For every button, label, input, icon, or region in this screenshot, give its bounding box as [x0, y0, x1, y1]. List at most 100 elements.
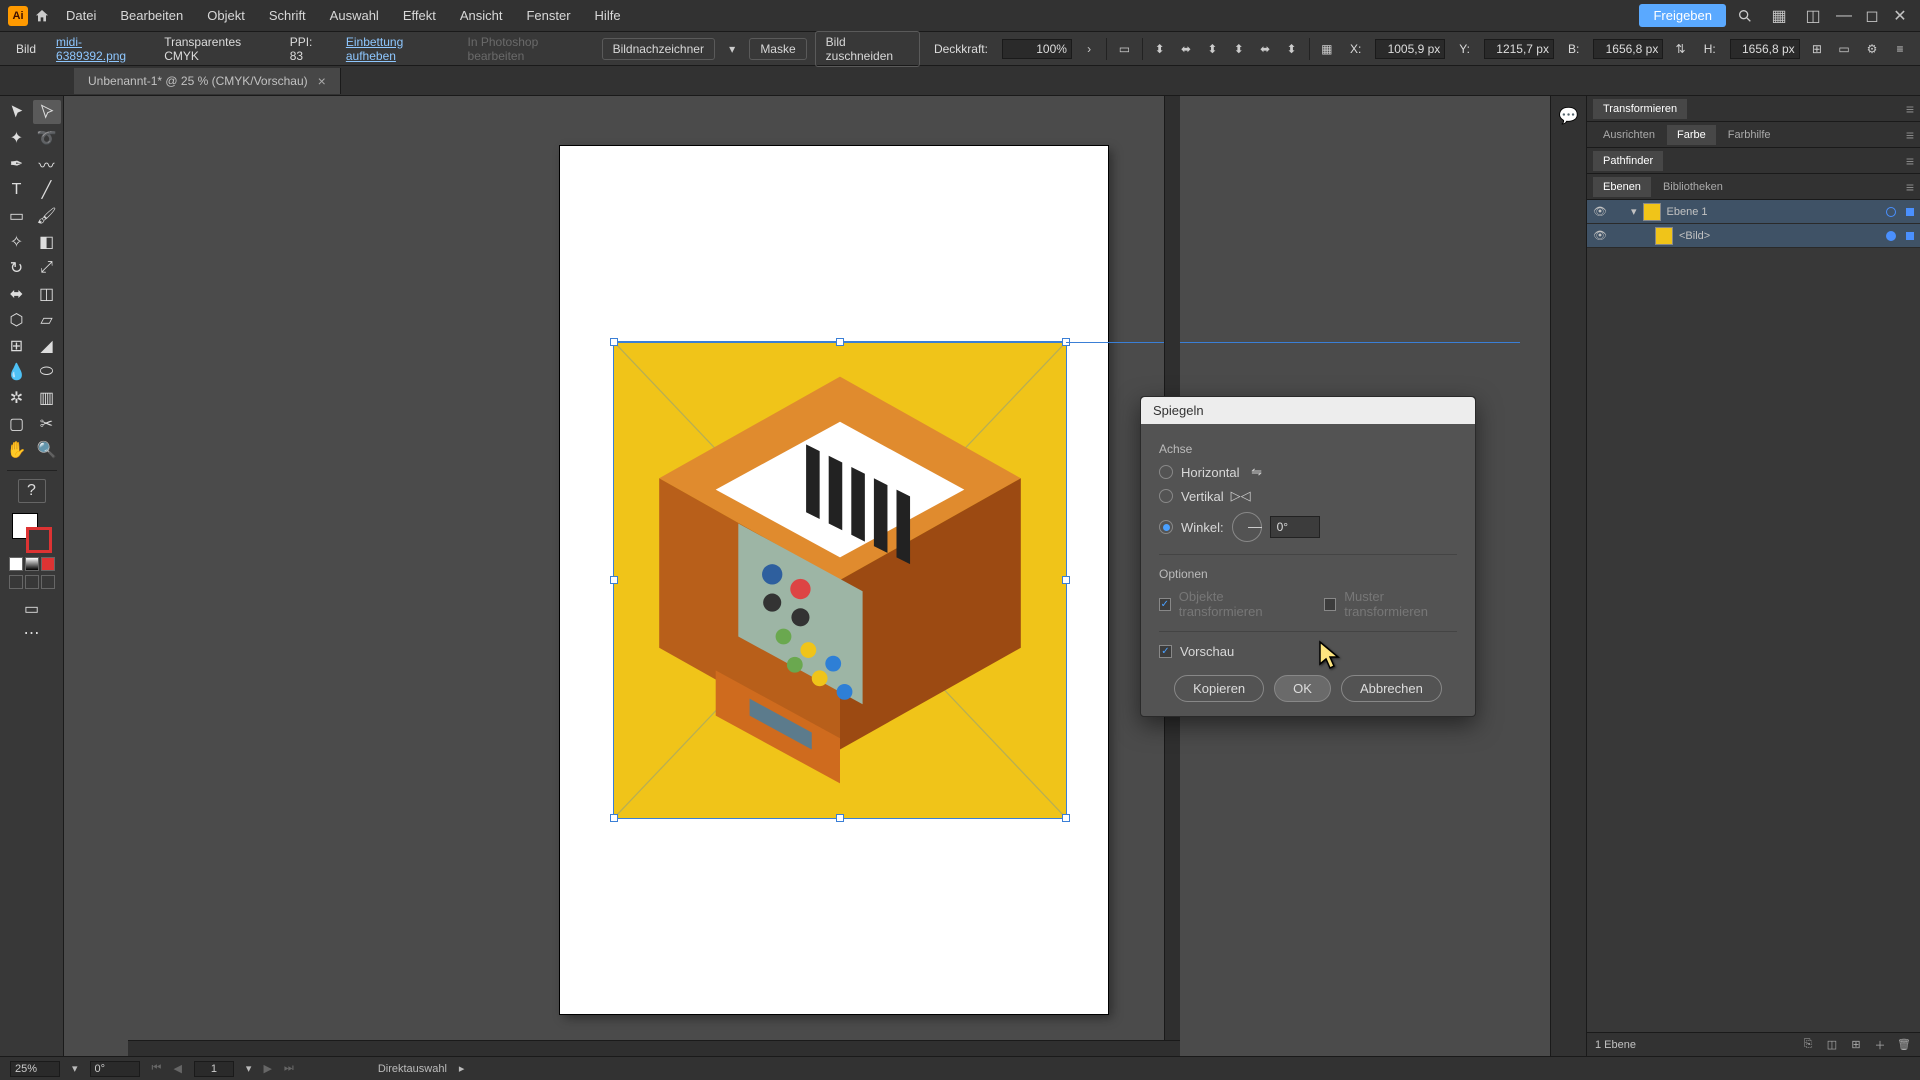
- panel-flyout-icon[interactable]: ≡: [1906, 101, 1914, 117]
- expand-icon[interactable]: ▾: [1631, 205, 1637, 218]
- layer-row[interactable]: 👁 ▾ Ebene 1: [1587, 200, 1920, 224]
- blend-tool[interactable]: ⬭: [33, 360, 61, 384]
- constrain-icon[interactable]: ⊞: [1808, 39, 1826, 59]
- share-button[interactable]: Freigeben: [1639, 4, 1726, 27]
- direct-selection-tool[interactable]: [33, 100, 61, 124]
- filename-link[interactable]: midi-6389392.png: [50, 35, 150, 63]
- crop-button[interactable]: Bild zuschneiden: [815, 31, 920, 67]
- visibility-icon[interactable]: 👁: [1593, 229, 1607, 243]
- maximize-icon[interactable]: ◻: [1864, 8, 1880, 24]
- nav-prev-icon[interactable]: ◀: [173, 1062, 181, 1075]
- tab-ebenen[interactable]: Ebenen: [1593, 177, 1651, 197]
- radio-angle[interactable]: [1159, 520, 1173, 534]
- opacity-input[interactable]: [1002, 39, 1072, 59]
- none-mode-icon[interactable]: [41, 557, 55, 571]
- opacity-chevron-icon[interactable]: ›: [1080, 39, 1098, 59]
- width-tool[interactable]: ⬌: [3, 282, 31, 306]
- type-tool[interactable]: T: [3, 178, 31, 202]
- radio-vertical[interactable]: [1159, 489, 1173, 503]
- status-chevron-icon[interactable]: ▸: [459, 1062, 465, 1075]
- mesh-tool[interactable]: ⊞: [3, 334, 31, 358]
- placed-image[interactable]: [613, 341, 1067, 819]
- align-bot-icon[interactable]: ⬍: [1282, 39, 1300, 59]
- edit-toolbar-icon[interactable]: ⋯: [18, 621, 46, 645]
- tab-farbe[interactable]: Farbe: [1667, 125, 1716, 145]
- layer-name[interactable]: <Bild>: [1679, 230, 1710, 242]
- free-transform-tool[interactable]: ◫: [33, 282, 61, 306]
- panel-flyout-icon[interactable]: ≡: [1906, 153, 1914, 169]
- layer-name[interactable]: Ebene 1: [1667, 206, 1708, 218]
- close-icon[interactable]: ✕: [1892, 8, 1908, 24]
- draw-behind-icon[interactable]: [25, 575, 39, 589]
- panel-flyout-icon[interactable]: ≡: [1906, 127, 1914, 143]
- shape-builder-tool[interactable]: ⬡: [3, 308, 31, 332]
- search-icon[interactable]: [1734, 5, 1756, 27]
- slice-tool[interactable]: ✂: [33, 412, 61, 436]
- angle-input[interactable]: [1270, 516, 1320, 538]
- selection-tool[interactable]: [3, 100, 31, 124]
- document-tab[interactable]: Unbenannt-1* @ 25 % (CMYK/Vorschau) ×: [74, 68, 341, 94]
- curvature-tool[interactable]: 〰: [33, 152, 61, 176]
- hand-tool[interactable]: ✋: [3, 438, 31, 462]
- rotate-tool[interactable]: ↻: [3, 256, 31, 280]
- scale-tool[interactable]: ⤢: [33, 256, 61, 280]
- shaper-tool[interactable]: ✧: [3, 230, 31, 254]
- menu-fenster[interactable]: Fenster: [516, 4, 580, 27]
- symbol-sprayer-tool[interactable]: ✲: [3, 386, 31, 410]
- home-icon[interactable]: [32, 6, 52, 26]
- tab-bibliotheken[interactable]: Bibliotheken: [1653, 177, 1733, 197]
- artboard-chevron-icon[interactable]: ▾: [246, 1062, 252, 1075]
- zoom-tool[interactable]: 🔍: [33, 438, 61, 462]
- draw-normal-icon[interactable]: [9, 575, 23, 589]
- artboard-input[interactable]: [194, 1061, 234, 1077]
- tab-ausrichten[interactable]: Ausrichten: [1593, 125, 1665, 145]
- screen-mode-icon[interactable]: ▭: [18, 597, 46, 621]
- rotation-input[interactable]: [90, 1061, 140, 1077]
- line-tool[interactable]: ╱: [33, 178, 61, 202]
- unembed-link[interactable]: Einbettung aufheben: [340, 35, 454, 63]
- nav-next-icon[interactable]: ▶: [263, 1062, 271, 1075]
- visibility-icon[interactable]: 👁: [1593, 205, 1607, 219]
- perspective-tool[interactable]: ▱: [33, 308, 61, 332]
- ok-button[interactable]: OK: [1274, 675, 1331, 702]
- nav-last-icon[interactable]: ⏭: [284, 1062, 294, 1075]
- chevron-down-icon[interactable]: ▾: [723, 39, 741, 59]
- new-sublayer-icon[interactable]: ⊞: [1848, 1037, 1864, 1053]
- horizontal-scrollbar[interactable]: [128, 1040, 1180, 1056]
- locate-icon[interactable]: ⎘: [1800, 1037, 1816, 1053]
- lasso-tool[interactable]: ➰: [33, 126, 61, 150]
- gpu-icon[interactable]: ▭: [1834, 39, 1854, 59]
- h-input[interactable]: [1730, 39, 1800, 59]
- artboard-tool[interactable]: ▢: [3, 412, 31, 436]
- ref-point-icon[interactable]: ▦: [1318, 39, 1336, 59]
- nav-first-icon[interactable]: ⏮: [152, 1062, 162, 1075]
- check-preview[interactable]: [1159, 645, 1172, 658]
- graph-tool[interactable]: ▥: [33, 386, 61, 410]
- delete-layer-icon[interactable]: 🗑: [1896, 1037, 1912, 1053]
- align-right-icon[interactable]: ⬍: [1203, 39, 1221, 59]
- paintbrush-tool[interactable]: 🖌: [33, 204, 61, 228]
- menu-ansicht[interactable]: Ansicht: [450, 4, 513, 27]
- align-top-icon[interactable]: ⬍: [1230, 39, 1248, 59]
- menu-objekt[interactable]: Objekt: [197, 4, 255, 27]
- prefs-icon[interactable]: ⚙: [1862, 39, 1882, 59]
- gradient-tool[interactable]: ◢: [33, 334, 61, 358]
- help-tool[interactable]: ?: [18, 479, 46, 503]
- mask-button[interactable]: Maske: [749, 38, 806, 60]
- color-swatches[interactable]: [12, 513, 52, 553]
- minimize-icon[interactable]: —: [1836, 8, 1852, 24]
- clip-mask-icon[interactable]: ◫: [1824, 1037, 1840, 1053]
- panel-menu-icon[interactable]: ≡: [1890, 39, 1910, 59]
- zoom-chevron-icon[interactable]: ▾: [72, 1062, 78, 1075]
- eyedropper-tool[interactable]: 💧: [3, 360, 31, 384]
- menu-bearbeiten[interactable]: Bearbeiten: [110, 4, 193, 27]
- tab-pathfinder[interactable]: Pathfinder: [1593, 151, 1663, 171]
- menu-schrift[interactable]: Schrift: [259, 4, 316, 27]
- target-icon[interactable]: [1886, 207, 1896, 217]
- radio-horizontal[interactable]: [1159, 465, 1173, 479]
- menu-hilfe[interactable]: Hilfe: [585, 4, 631, 27]
- w-input[interactable]: [1593, 39, 1663, 59]
- workspace-icon[interactable]: ◫: [1802, 5, 1824, 27]
- menu-auswahl[interactable]: Auswahl: [320, 4, 389, 27]
- menu-effekt[interactable]: Effekt: [393, 4, 446, 27]
